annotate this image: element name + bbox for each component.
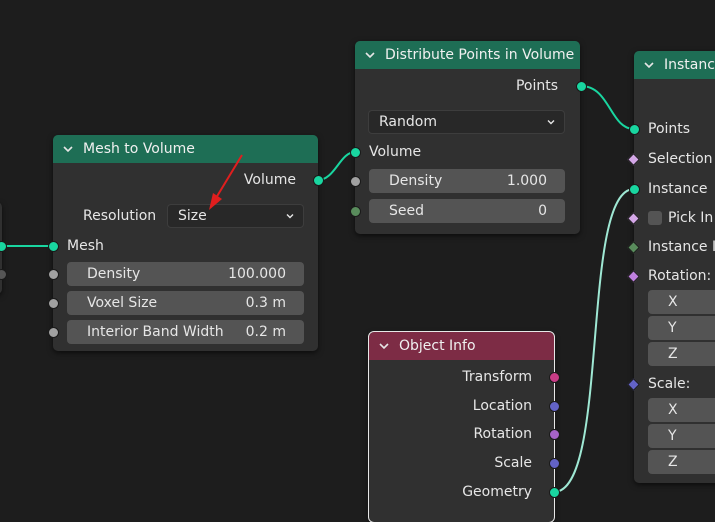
socket-label: Scale xyxy=(494,455,532,471)
socket-volume-input[interactable] xyxy=(350,147,361,158)
field-label: Z xyxy=(668,454,678,470)
input-pick-instance-row: Pick In xyxy=(634,205,715,231)
mode-dropdown[interactable]: Random xyxy=(368,110,565,134)
node-header[interactable]: Instanc xyxy=(634,51,715,79)
scale-y-field[interactable]: Y xyxy=(648,424,715,448)
scale-z-field[interactable]: Z xyxy=(648,450,715,474)
output-location-row: Location xyxy=(369,393,554,419)
rotation-x-field[interactable]: X xyxy=(648,290,715,314)
node-distribute-points-in-volume[interactable]: Distribute Points in Volume Points Rando… xyxy=(355,41,580,234)
socket-points-output[interactable] xyxy=(576,81,587,92)
node-header[interactable]: Distribute Points in Volume xyxy=(355,41,580,69)
field-label: Z xyxy=(668,346,678,362)
field-value: 0 xyxy=(538,203,547,219)
socket-label: Points xyxy=(648,121,691,137)
node-header[interactable]: Object Info xyxy=(369,332,554,360)
rotation-z-field[interactable]: Z xyxy=(648,342,715,366)
rotation-y-field[interactable]: Y xyxy=(648,316,715,340)
input-rotation-row: Rotation: xyxy=(634,263,715,289)
socket-label: Transform xyxy=(462,369,532,385)
dropdown-value: Random xyxy=(379,114,437,130)
socket-label: Pick In xyxy=(668,210,714,226)
scale-x-field[interactable]: X xyxy=(648,398,715,422)
field-value: 1.000 xyxy=(506,173,547,189)
node-title: Object Info xyxy=(399,338,476,354)
socket-density-input[interactable] xyxy=(350,176,361,187)
chevron-down-icon[interactable] xyxy=(377,339,391,353)
output-geometry-row: Geometry xyxy=(369,479,554,505)
socket-label: Location xyxy=(472,398,532,414)
socket-scale-output[interactable] xyxy=(549,458,560,469)
input-scale-row: Scale: xyxy=(634,371,715,397)
input-points-row: Points xyxy=(634,116,715,142)
socket-rotation-output[interactable] xyxy=(549,429,560,440)
node-title: Distribute Points in Volume xyxy=(385,47,575,63)
socket-instance-input[interactable] xyxy=(629,184,640,195)
field-label: Seed xyxy=(389,203,424,219)
input-selection-row: Selection xyxy=(634,146,715,172)
socket-label: Rotation: xyxy=(648,268,712,284)
socket-geometry-output[interactable] xyxy=(549,487,560,498)
field-label: Y xyxy=(668,428,677,444)
socket-points-input[interactable] xyxy=(629,124,640,135)
node-instance-on-points[interactable]: Instanc Points Selection Instance Pick I… xyxy=(634,51,715,483)
field-label: Y xyxy=(668,320,677,336)
input-volume-row: Volume xyxy=(355,139,580,165)
chevron-down-icon[interactable] xyxy=(642,58,656,72)
node-title: Instanc xyxy=(664,57,715,73)
field-label: Density xyxy=(389,173,443,189)
field-label: X xyxy=(668,402,678,418)
socket-location-output[interactable] xyxy=(549,401,560,412)
output-points-row: Points xyxy=(355,73,580,99)
field-label: X xyxy=(668,294,678,310)
output-rotation-row: Rotation xyxy=(369,421,554,447)
output-transform-row: Transform xyxy=(369,364,554,390)
node-object-info[interactable]: Object Info Transform Location Rotation … xyxy=(368,331,555,522)
chevron-down-icon xyxy=(547,120,555,125)
socket-label: Points xyxy=(515,78,558,94)
socket-seed-input[interactable] xyxy=(350,206,361,217)
socket-label: Instance xyxy=(648,181,708,197)
output-scale-row: Scale xyxy=(369,450,554,476)
socket-label: Volume xyxy=(369,144,422,160)
seed-field[interactable]: Seed 0 xyxy=(369,199,565,223)
input-instance-row: Instance xyxy=(634,176,715,202)
chevron-down-icon[interactable] xyxy=(363,48,377,62)
socket-label: Scale: xyxy=(648,376,691,392)
socket-label: Geometry xyxy=(462,484,532,500)
socket-label: Instance I xyxy=(648,239,715,255)
socket-transform-output[interactable] xyxy=(549,372,560,383)
socket-label: Selection xyxy=(648,151,713,167)
input-instance-index-row: Instance I xyxy=(634,234,715,260)
socket-label: Rotation xyxy=(473,426,532,442)
density-field[interactable]: Density 1.000 xyxy=(369,169,565,193)
